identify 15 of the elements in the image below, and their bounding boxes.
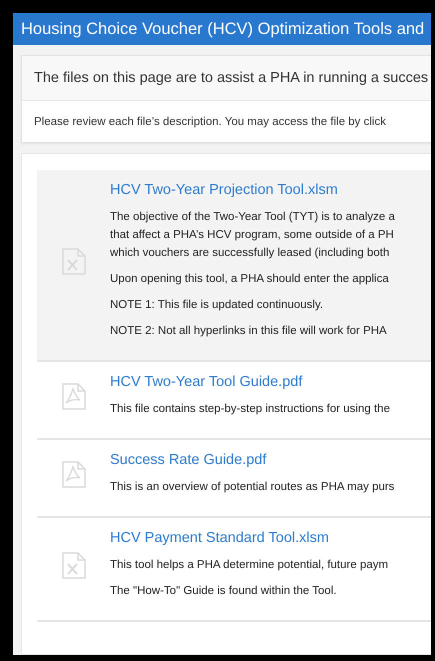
page-title: Housing Choice Voucher (HCV) Optimization Tools and [13,13,431,45]
file-link[interactable]: HCV Two-Year Projection Tool.xlsm [110,182,395,198]
file-description: NOTE 2: Not all hyperlinks in this file will work for PHA [110,324,388,339]
file-description: Upon opening this tool, a PHA should enter the applica [110,272,390,287]
file-description: This tool helps a PHA determine potential, future paym [110,558,388,573]
file-description: This is an overview of potential routes as PHA may purs [110,480,394,495]
instructions-text: Please review each file’s description. You may access the file by click [34,116,386,128]
file-link[interactable]: Success Rate Guide.pdf [110,452,394,468]
intro-text: The files on this page are to assist a PHA in running a succes [34,70,428,86]
file-description: NOTE 1: This file is updated continuously. [110,298,324,313]
file-description: The objective of the Two-Year Tool (TYT) is to analyze a that affect a PHA’s HCV program, some outside of a PH which vouchers are successfully leased (including both [110,210,395,261]
file-description: This file contains step-by-step instructions for using the [110,402,390,417]
file-link[interactable]: HCV Two-Year Tool Guide.pdf [110,374,390,390]
file-description: The "How-To" Guide is found within the Tool. [110,584,338,599]
file-link[interactable]: HCV Payment Standard Tool.xlsm [110,530,388,546]
